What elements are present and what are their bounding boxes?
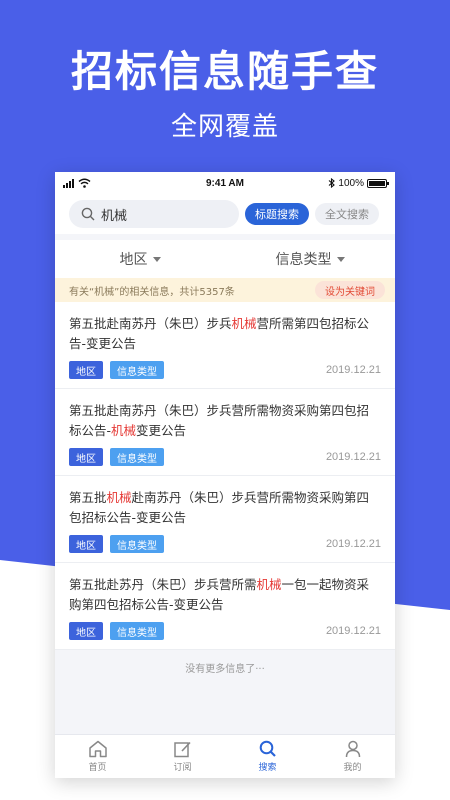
search-icon (81, 207, 95, 221)
tab-label: 我的 (343, 763, 362, 773)
list-item[interactable]: 第五批赴苏丹（朱巴）步兵营所需机械一包一起物资采购第四包招标公告-变更公告 地区… (55, 563, 395, 650)
home-icon (88, 740, 107, 758)
caret-down-icon (336, 256, 345, 262)
battery-icon (366, 178, 389, 188)
search-bar: 标题搜索 全文搜索 (55, 194, 395, 234)
type-tag: 信息类型 (110, 622, 164, 640)
item-date: 2019.12.21 (325, 451, 381, 463)
bluetooth-icon (329, 178, 336, 188)
fulltext-search-button[interactable]: 全文搜索 (315, 203, 379, 225)
search-box[interactable] (69, 200, 239, 228)
list-item[interactable]: 第五批赴南苏丹（朱巴）步兵营所需物资采购第四包招标公告-机械变更公告 地区 信息… (55, 389, 395, 476)
tab-label: 订阅 (173, 763, 192, 773)
list-item[interactable]: 第五批机械赴南苏丹（朱巴）步兵营所需物资采购第四包招标公告-变更公告 地区 信息… (55, 476, 395, 563)
no-more-text: 没有更多信息了··· (185, 664, 265, 675)
list-item[interactable]: 第五批赴南苏丹（朱巴）步兵机械营所需第四包招标公告-变更公告 地区 信息类型 2… (55, 302, 395, 389)
hero-subtitle: 全网覆盖 (170, 112, 279, 142)
set-keyword-button[interactable]: 设为关键词 (315, 281, 385, 299)
region-tag: 地区 (69, 361, 103, 379)
item-date: 2019.12.21 (325, 625, 381, 637)
keyword-highlight: 机械 (106, 490, 132, 505)
region-tag: 地区 (69, 535, 103, 553)
tab-home[interactable]: 首页 (55, 735, 140, 778)
filter-bar: 地区 信息类型 (55, 240, 395, 278)
title-search-button[interactable]: 标题搜索 (245, 203, 309, 225)
status-bar: 9:41 AM 100% (55, 172, 395, 194)
result-count-text: 有关“机械”的相关信息，共计5357条 (69, 286, 235, 298)
tab-label: 搜索 (258, 763, 277, 773)
hero-title: 招标信息随手查 (70, 47, 379, 96)
tab-search[interactable]: 搜索 (225, 735, 310, 778)
result-count-notice: 有关“机械”的相关信息，共计5357条 设为关键词 (55, 278, 395, 302)
region-filter-label: 地区 (119, 252, 148, 268)
wifi-icon (78, 178, 91, 188)
type-tag: 信息类型 (110, 535, 164, 553)
item-date: 2019.12.21 (325, 538, 381, 550)
region-tag: 地区 (69, 622, 103, 640)
tab-subscribe[interactable]: 订阅 (140, 735, 225, 778)
search-input[interactable] (101, 206, 221, 222)
bottom-tab-bar: 首页 订阅 搜索 我的 (55, 734, 395, 778)
edit-icon (173, 741, 191, 758)
search-icon (259, 740, 276, 757)
keyword-highlight: 机械 (111, 423, 137, 438)
type-tag: 信息类型 (110, 361, 164, 379)
battery-percent: 100% (338, 177, 364, 189)
type-tag: 信息类型 (110, 448, 164, 466)
info-type-filter-label: 信息类型 (275, 252, 332, 268)
region-tag: 地区 (69, 448, 103, 466)
item-date: 2019.12.21 (325, 364, 381, 376)
item-title: 第五批赴南苏丹（朱巴）步兵机械营所需第四包招标公告-变更公告 (69, 316, 370, 351)
status-time: 9:41 AM (206, 177, 244, 189)
tab-label: 首页 (88, 763, 107, 773)
phone-screen: 9:41 AM 100% 标题搜索 全文搜索 地区 信息类型 (55, 172, 395, 778)
item-title: 第五批赴苏丹（朱巴）步兵营所需机械一包一起物资采购第四包招标公告-变更公告 (69, 577, 370, 612)
caret-down-icon (152, 256, 161, 262)
user-icon (345, 740, 360, 758)
region-filter[interactable]: 地区 (55, 249, 225, 269)
tab-profile[interactable]: 我的 (310, 735, 395, 778)
signal-icon (63, 178, 74, 188)
info-type-filter[interactable]: 信息类型 (225, 249, 395, 269)
keyword-highlight: 机械 (256, 577, 282, 592)
keyword-highlight: 机械 (231, 316, 257, 331)
result-list: 第五批赴南苏丹（朱巴）步兵机械营所需第四包招标公告-变更公告 地区 信息类型 2… (55, 302, 395, 650)
item-title: 第五批赴南苏丹（朱巴）步兵营所需物资采购第四包招标公告-机械变更公告 (69, 403, 370, 438)
item-title: 第五批机械赴南苏丹（朱巴）步兵营所需物资采购第四包招标公告-变更公告 (69, 490, 370, 525)
